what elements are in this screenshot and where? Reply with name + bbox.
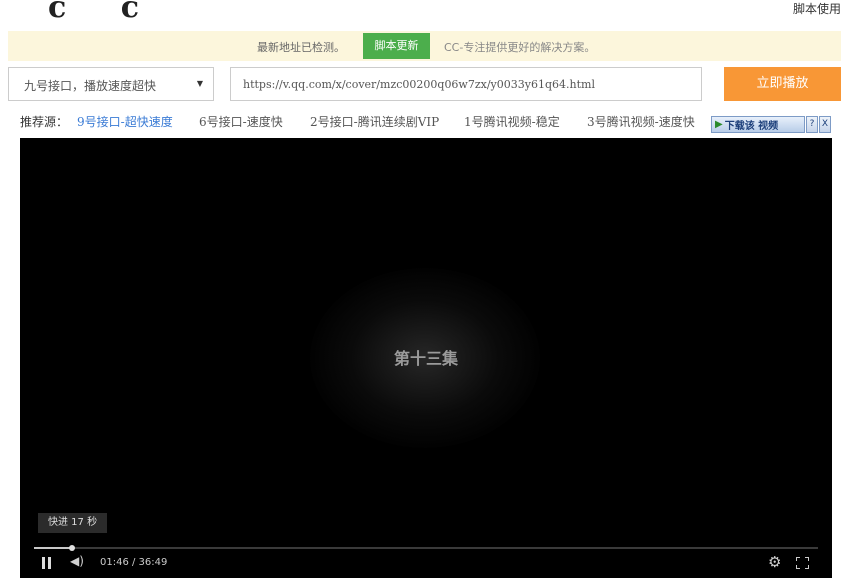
video-player[interactable]: 第十三集 快进 17 秒 ◀) 01:46 / 36:49 ⚙ — [20, 138, 832, 578]
recommend-label: 推荐源： — [20, 115, 69, 129]
notice-tagline: CC-专注提供更好的解决方案。 — [444, 41, 596, 54]
download-close-button[interactable]: X — [819, 116, 831, 133]
download-video-button[interactable]: ▶ 下载该 视频 — [711, 116, 805, 133]
seek-toast: 快进 17 秒 — [38, 513, 108, 533]
notice-text: 最新地址已检测。 — [257, 41, 345, 54]
recommend-item[interactable]: 9号接口-超快速度 — [77, 113, 173, 130]
video-url-input[interactable] — [230, 67, 702, 101]
notice-bar: 最新地址已检测。 脚本更新 CC-专注提供更好的解决方案。 — [8, 31, 841, 61]
progress-knob[interactable] — [68, 545, 75, 551]
progress-fill — [34, 547, 72, 549]
fullscreen-icon[interactable] — [796, 557, 809, 569]
gear-icon[interactable]: ⚙ — [768, 553, 781, 571]
script-help-link[interactable]: 脚本使用 — [793, 0, 841, 17]
download-video-label: 下载该 视频 — [724, 121, 779, 132]
interface-select-value: 九号接口，播放速度超快 — [24, 79, 157, 93]
script-update-button[interactable]: 脚本更新 — [363, 33, 430, 59]
recommend-item[interactable]: 3号腾讯视频-速度快 — [587, 113, 695, 130]
recommend-item[interactable]: 6号接口-速度快 — [199, 113, 283, 130]
download-help-button[interactable]: ? — [806, 116, 818, 133]
recommend-item[interactable]: 2号接口-腾讯连续剧VIP — [310, 113, 439, 130]
pause-icon[interactable] — [42, 557, 52, 569]
top-bar: c c 脚本使用 — [0, 0, 841, 26]
recommend-item[interactable]: 1号腾讯视频-稳定 — [464, 113, 560, 130]
dropdown-arrow-icon: ▼ — [196, 79, 203, 88]
play-triangle-icon: ▶ — [715, 119, 723, 130]
download-toolbar: ▶ 下载该 视频 ? X — [711, 116, 831, 135]
progress-bar[interactable] — [34, 545, 818, 551]
episode-title: 第十三集 — [393, 349, 458, 368]
time-display: 01:46 / 36:49 — [100, 557, 168, 568]
site-logo[interactable]: c c — [48, 0, 161, 25]
volume-icon[interactable]: ◀) — [70, 554, 84, 568]
play-now-button[interactable]: 立即播放 — [724, 67, 841, 101]
interface-select[interactable]: 九号接口，播放速度超快 ▼ — [8, 67, 214, 101]
